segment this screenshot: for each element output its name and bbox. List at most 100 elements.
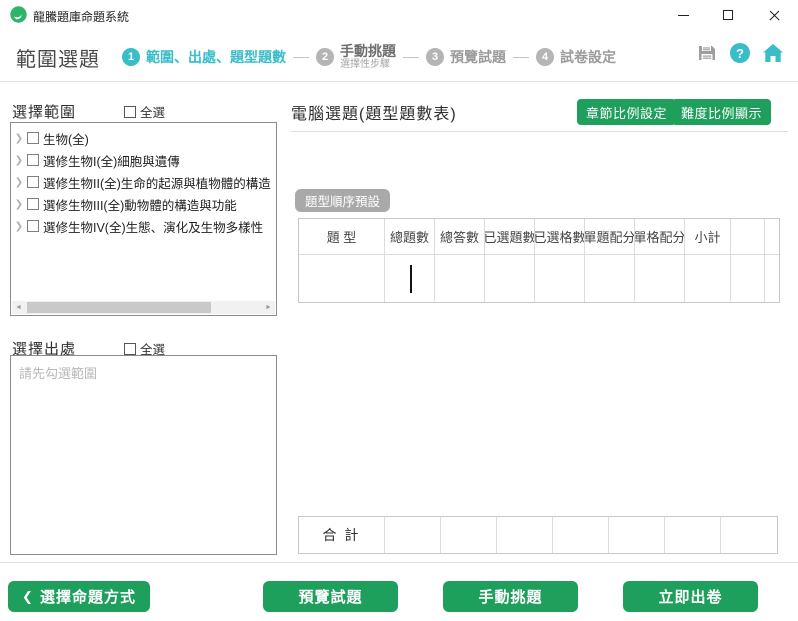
total-cell <box>609 517 665 553</box>
total-row-label: 合 計 <box>299 517 385 553</box>
close-button[interactable] <box>757 0 791 30</box>
col-total-questions: 總題數 <box>385 219 435 255</box>
step-2-label: 手動挑題 <box>340 43 396 60</box>
expand-chevron-icon[interactable]: ❯ <box>13 133 25 144</box>
header-icons: ? <box>696 42 784 64</box>
table-body-row <box>299 255 779 302</box>
col-points-per-blank: 單格配分 <box>635 219 685 255</box>
total-cell <box>385 517 441 553</box>
tree-item-label: 選修生物III(全)動物體的構造與功能 <box>43 198 237 213</box>
expand-chevron-icon[interactable]: ❯ <box>13 155 25 166</box>
scroll-right-icon[interactable]: ► <box>262 301 275 314</box>
scrollbar-thumb[interactable] <box>27 302 211 313</box>
minimize-button[interactable] <box>666 0 700 30</box>
step-3-label: 預覽試題 <box>450 49 506 65</box>
title-bar: 龍騰題庫命題系統 <box>0 0 798 30</box>
expand-chevron-icon[interactable]: ❯ <box>13 177 25 188</box>
choose-method-button[interactable]: ❮ 選擇命題方式 <box>8 581 150 612</box>
tree-item-label: 生物(全) <box>43 132 89 147</box>
maximize-icon <box>723 10 733 20</box>
step-2-manual-pick[interactable]: 2 手動挑題 選擇性步驟 <box>316 43 396 71</box>
step-1-range[interactable]: 1 範圍、出處、題型題數 <box>122 47 286 67</box>
tree-item-elective-3[interactable]: ❯ 選修生物III(全)動物體的構造與功能 <box>13 193 274 215</box>
total-row: 合 計 <box>298 516 778 554</box>
total-cell <box>497 517 553 553</box>
tree-item-label: 選修生物II(全)生命的起源與植物體的構造 <box>43 176 271 191</box>
range-tree: ❯ 生物(全) ❯ 選修生物I(全)細胞與遺傳 ❯ 選修生物II(全)生命的起源… <box>10 122 277 316</box>
header: 範圍選題 1 範圍、出處、題型題數 2 手動挑題 選擇性步驟 3 預覽試題 4 … <box>0 30 798 82</box>
panel-divider <box>291 131 788 132</box>
range-select-all-label: 全選 <box>140 106 166 120</box>
horizontal-scrollbar[interactable]: ◄ ► <box>12 301 275 314</box>
step-separator <box>403 56 419 58</box>
expand-chevron-icon[interactable]: ❯ <box>13 221 25 232</box>
question-order-preset-button[interactable]: 題型順序預設 <box>295 189 391 212</box>
range-section-head: 選擇範圍 全選 <box>12 101 165 122</box>
step-separator <box>513 56 529 58</box>
computer-selection-title: 電腦選題(題型題數表) <box>291 106 457 123</box>
col-subtotal: 小計 <box>685 219 731 255</box>
subtotal-cell[interactable] <box>685 255 731 302</box>
question-type-cell[interactable] <box>299 255 385 302</box>
home-icon[interactable] <box>762 42 784 64</box>
maximize-button[interactable] <box>711 0 745 30</box>
col-extra-2 <box>765 219 779 255</box>
tree-item-elective-4[interactable]: ❯ 選修生物IV(全)生態、演化及生物多樣性 <box>13 215 274 237</box>
minimize-icon <box>677 14 689 16</box>
preview-questions-button[interactable]: 預覽試題 <box>263 581 398 612</box>
expand-chevron-icon[interactable]: ❯ <box>13 199 25 210</box>
col-selected-questions: 已選題數 <box>485 219 535 255</box>
source-select-all-checkbox[interactable] <box>124 342 137 355</box>
step-3-preview[interactable]: 3 預覽試題 <box>426 47 506 67</box>
total-questions-cell[interactable] <box>385 255 435 302</box>
difficulty-ratio-button[interactable]: 難度比例顯示 <box>671 99 771 125</box>
tree-item-label: 選修生物I(全)細胞與遺傳 <box>43 154 180 169</box>
selected-questions-cell[interactable] <box>485 255 535 302</box>
total-cell <box>441 517 497 553</box>
tree-item-label: 選修生物IV(全)生態、演化及生物多樣性 <box>43 220 264 235</box>
total-cell <box>721 517 777 553</box>
help-icon[interactable]: ? <box>729 42 751 64</box>
tree-checkbox[interactable] <box>27 154 39 166</box>
range-select-all-checkbox[interactable] <box>124 105 137 118</box>
step-2-badge: 2 <box>316 48 334 66</box>
range-section-title: 選擇範圍 <box>12 104 77 121</box>
app-logo-icon <box>10 6 27 23</box>
tree-checkbox[interactable] <box>27 220 39 232</box>
extra-cell[interactable] <box>765 255 779 302</box>
save-icon[interactable] <box>696 42 718 64</box>
col-points-per-question: 單題配分 <box>585 219 635 255</box>
selected-blanks-cell[interactable] <box>535 255 585 302</box>
points-per-question-cell[interactable] <box>585 255 635 302</box>
step-1-badge: 1 <box>122 48 140 66</box>
source-placeholder: 請先勾選範圍 <box>19 366 98 381</box>
tree-checkbox[interactable] <box>27 176 39 188</box>
source-list: 請先勾選範圍 <box>10 355 277 555</box>
tree-item-biology-all[interactable]: ❯ 生物(全) <box>13 127 274 149</box>
points-per-blank-cell[interactable] <box>635 255 685 302</box>
wizard-stepper: 1 範圍、出處、題型題數 2 手動挑題 選擇性步驟 3 預覽試題 4 試卷設定 <box>122 36 616 78</box>
range-select-all[interactable]: 全選 <box>124 102 165 121</box>
tree-item-elective-1[interactable]: ❯ 選修生物I(全)細胞與遺傳 <box>13 149 274 171</box>
step-separator <box>293 56 309 58</box>
chapter-ratio-button[interactable]: 章節比例設定 <box>576 99 676 125</box>
generate-paper-button[interactable]: 立即出卷 <box>623 581 758 612</box>
tree-item-elective-2[interactable]: ❯ 選修生物II(全)生命的起源與植物體的構造 <box>13 171 274 193</box>
step-4-paper-settings[interactable]: 4 試卷設定 <box>536 47 616 67</box>
total-cell <box>665 517 721 553</box>
step-1-label: 範圍、出處、題型題數 <box>146 49 286 65</box>
tree-checkbox[interactable] <box>27 132 39 144</box>
manual-pick-button[interactable]: 手動挑題 <box>443 581 578 612</box>
text-cursor <box>410 264 412 293</box>
scroll-left-icon[interactable]: ◄ <box>12 301 25 314</box>
step-4-label: 試卷設定 <box>560 49 616 65</box>
col-total-answers: 總答數 <box>435 219 485 255</box>
footer-divider <box>0 562 798 563</box>
table-header-row: 題 型 總題數 總答數 已選題數 已選格數 單題配分 單格配分 小計 <box>299 219 779 255</box>
extra-cell[interactable] <box>731 255 765 302</box>
step-4-badge: 4 <box>536 48 554 66</box>
tree-checkbox[interactable] <box>27 198 39 210</box>
col-selected-blanks: 已選格數 <box>535 219 585 255</box>
total-answers-cell[interactable] <box>435 255 485 302</box>
close-icon <box>769 10 780 21</box>
